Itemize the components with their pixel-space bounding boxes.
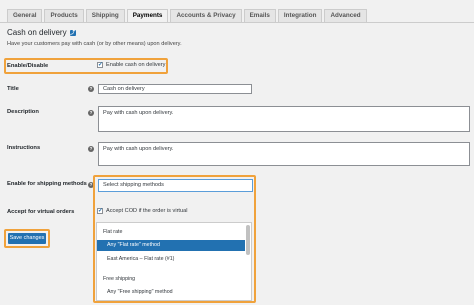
virtual-orders-label: Accept for virtual orders [7,209,75,215]
shipping-methods-label: Enable for shipping methods [7,181,87,187]
description-label: Description [7,109,39,115]
settings-tabs: General Products Shipping Payments Accou… [7,9,369,22]
instructions-textarea[interactable]: Pay with cash upon delivery. [98,142,470,166]
help-tip-icon[interactable]: ? [88,86,94,92]
tab-advanced[interactable]: Advanced [324,9,367,22]
enable-checkbox-row[interactable]: Enable cash on delivery [97,61,166,68]
tab-general[interactable]: General [7,9,43,22]
enable-label: Enable/Disable [7,63,49,69]
enable-checkbox-label: Enable cash on delivery [106,62,166,68]
instructions-label: Instructions [7,145,41,151]
back-link-icon[interactable]: ⤴ [69,29,76,36]
enable-checkbox[interactable] [97,61,103,68]
help-tip-icon[interactable]: ? [88,146,94,152]
tab-accounts-privacy[interactable]: Accounts & Privacy [170,9,242,22]
title-label: Title [7,86,19,92]
section-title: Cash on delivery [7,28,67,37]
highlight-shipping-methods [93,175,256,303]
tab-divider [0,22,474,23]
help-tip-icon[interactable]: ? [88,110,94,116]
section-description: Have your customers pay with cash (or by… [7,41,182,47]
tab-shipping[interactable]: Shipping [85,9,125,22]
tab-products[interactable]: Products [44,9,84,22]
tab-emails[interactable]: Emails [243,9,276,22]
save-changes-button[interactable]: Save changes [8,233,46,244]
tab-integration[interactable]: Integration [277,9,323,22]
tab-payments[interactable]: Payments [126,9,169,22]
description-textarea[interactable]: Pay with cash upon delivery. [98,106,470,132]
title-input[interactable]: Cash on delivery [98,84,252,94]
page-title: Cash on delivery ⤴ [7,28,76,37]
